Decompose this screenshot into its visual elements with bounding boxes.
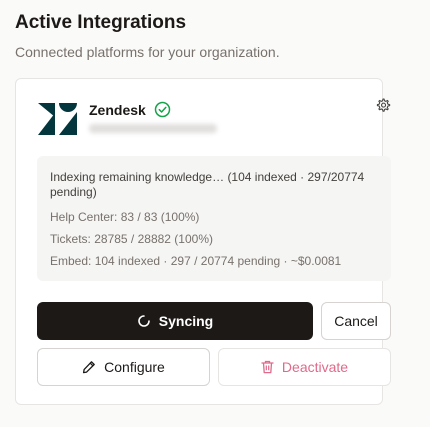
syncing-button[interactable]: Syncing <box>37 302 313 340</box>
integration-card: Zendesk Indexing remaining knowledge… (1… <box>15 78 391 405</box>
status-message: Indexing remaining knowledge… (104 index… <box>50 170 365 199</box>
page-title: Active Integrations <box>15 12 187 33</box>
deactivate-button-label: Deactivate <box>281 359 349 375</box>
pencil-icon <box>83 361 95 374</box>
gear-icon[interactable] <box>375 97 391 113</box>
page-subtitle: Connected platforms for your organizatio… <box>15 44 280 60</box>
check-circle-icon <box>154 101 171 118</box>
cancel-button[interactable]: Cancel <box>321 302 391 340</box>
active-integrations-page: Active Integrations Connected platforms … <box>0 0 430 427</box>
status-embed: Embed: 104 indexed · 297 / 20774 pending… <box>50 254 342 268</box>
cancel-button-label: Cancel <box>334 313 378 329</box>
sync-status-panel: Indexing remaining knowledge… (104 index… <box>37 156 391 281</box>
trash-icon <box>261 360 274 374</box>
deactivate-button[interactable]: Deactivate <box>218 348 391 386</box>
spinner-icon <box>138 315 150 327</box>
integration-subdomain-redacted <box>89 124 217 133</box>
zendesk-logo-icon <box>38 103 77 135</box>
status-tickets: Tickets: 28785 / 28882 (100%) <box>50 232 213 246</box>
status-help-center: Help Center: 83 / 83 (100%) <box>50 210 200 224</box>
syncing-button-label: Syncing <box>158 313 214 329</box>
integration-name: Zendesk <box>89 102 146 118</box>
configure-button-label: Configure <box>104 359 165 375</box>
configure-button[interactable]: Configure <box>37 348 210 386</box>
